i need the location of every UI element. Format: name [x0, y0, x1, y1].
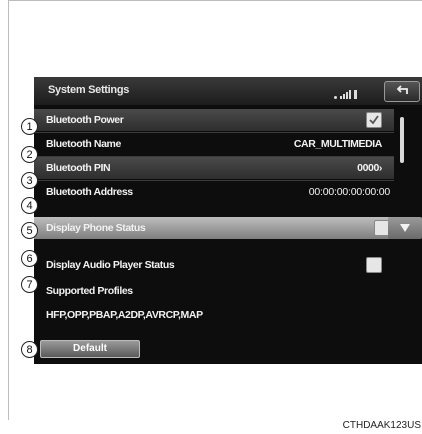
display-phone-status-label: Display Phone Status: [46, 222, 146, 234]
bluetooth-power-row[interactable]: Bluetooth Power: [34, 109, 394, 131]
back-arrow-icon: [396, 85, 408, 94]
checkmark-icon: [369, 115, 379, 125]
back-button[interactable]: [384, 81, 420, 102]
callout-7: 7: [21, 276, 38, 293]
bluetooth-address-row: Bluetooth Address 00:00:00:00:00:00: [34, 181, 394, 203]
screen-header: System Settings: [34, 77, 422, 105]
scrollbar[interactable]: [398, 109, 406, 215]
bluetooth-power-label: Bluetooth Power: [46, 114, 124, 126]
bluetooth-pin-row[interactable]: Bluetooth PIN 0000›: [34, 157, 394, 179]
default-button[interactable]: Default: [40, 340, 140, 358]
battery-icon: [354, 90, 357, 99]
callout-8: 8: [21, 341, 38, 358]
bluetooth-power-checkbox[interactable]: [366, 112, 382, 128]
supported-profiles-value: HFP,OPP,PBAP,A2DP,AVRCP,MAP: [46, 309, 203, 321]
bluetooth-address-label: Bluetooth Address: [46, 186, 133, 198]
display-audio-player-status-checkbox[interactable]: [366, 257, 382, 273]
callout-2: 2: [21, 146, 38, 163]
bluetooth-status-icon: [334, 96, 337, 99]
scrollbar-thumb[interactable]: [400, 117, 404, 163]
status-indicators: [334, 83, 386, 99]
supported-profiles-label: Supported Profiles: [46, 285, 133, 297]
display-phone-status-row[interactable]: Display Phone Status: [34, 217, 394, 239]
system-settings-screen: System Settings Bluetooth Power Bluetoot…: [34, 77, 422, 364]
callout-5: 5: [21, 222, 38, 239]
display-audio-player-status-label: Display Audio Player Status: [46, 259, 175, 271]
chevron-right-icon: ›: [378, 162, 383, 174]
callout-4: 4: [21, 197, 38, 214]
supported-profiles-row: Supported Profiles: [34, 280, 394, 302]
display-audio-player-status-row[interactable]: Display Audio Player Status: [34, 254, 394, 276]
bluetooth-name-label: Bluetooth Name: [46, 138, 121, 150]
bluetooth-address-value: 00:00:00:00:00:00: [308, 186, 390, 198]
callout-1: 1: [21, 118, 38, 135]
figure-caption: CTHDAAK123US: [342, 420, 421, 431]
callout-6: 6: [21, 250, 38, 267]
callout-3: 3: [21, 172, 38, 189]
bluetooth-name-value: CAR_MULTIMEDIA: [293, 138, 383, 150]
bluetooth-pin-label: Bluetooth PIN: [46, 162, 111, 174]
page-title: System Settings: [48, 84, 130, 96]
scroll-down-button[interactable]: [388, 217, 422, 239]
signal-icon: [340, 90, 351, 99]
chevron-down-icon: [400, 224, 410, 232]
bluetooth-name-row[interactable]: Bluetooth Name CAR_MULTIMEDIA: [34, 133, 394, 155]
bluetooth-pin-value: 0000›: [357, 162, 382, 174]
